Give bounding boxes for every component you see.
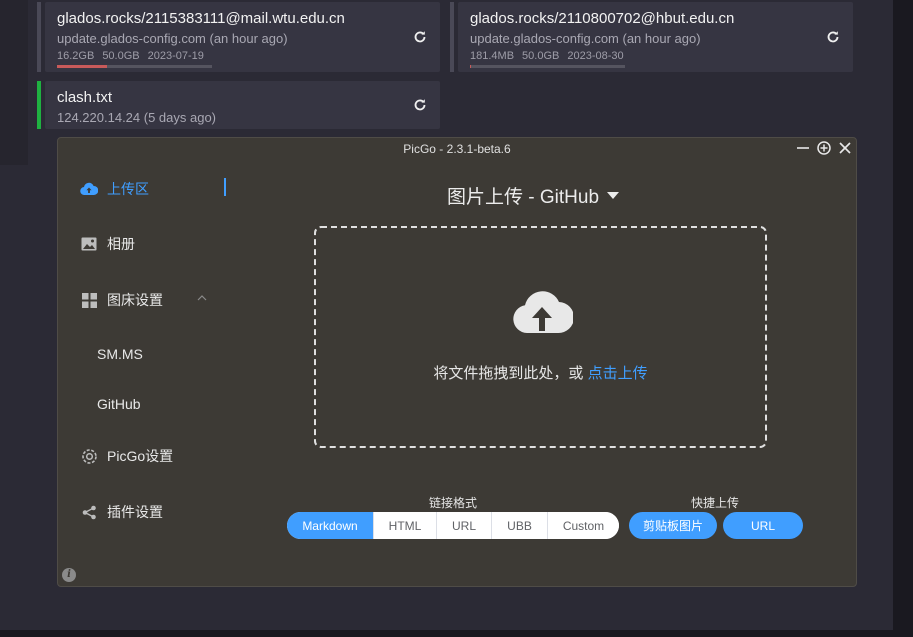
- card-subtitle: update.glados-config.com (an hour ago): [470, 31, 701, 46]
- config-card-active[interactable]: clash.txt 124.220.14.24 (5 days ago): [37, 81, 440, 129]
- scrollbar-track[interactable]: [893, 0, 913, 637]
- format-url[interactable]: URL: [436, 512, 491, 539]
- card-stats: 181.4MB 50.0GB 2023-08-30: [470, 50, 632, 62]
- card-edge: [37, 2, 41, 72]
- window-title: PicGo - 2.3.1-beta.6: [403, 142, 511, 156]
- url-upload-button[interactable]: URL: [723, 512, 803, 539]
- picgo-window: PicGo - 2.3.1-beta.6 上传区 相册 图床设置 SM.MS G…: [57, 137, 857, 587]
- nav-upload[interactable]: 上传区: [80, 177, 149, 201]
- window-titlebar[interactable]: PicGo - 2.3.1-beta.6: [58, 138, 856, 160]
- nav-picgo-settings[interactable]: PicGo设置: [80, 444, 173, 468]
- cloud-upload-icon: [80, 180, 98, 198]
- total-amount: 50.0GB: [522, 50, 560, 62]
- format-html[interactable]: HTML: [373, 512, 436, 539]
- nav-picbed-settings[interactable]: 图床设置: [80, 288, 163, 312]
- card-title: glados.rocks/2115383111@mail.wtu.edu.cn: [57, 10, 345, 27]
- nav-sub-github[interactable]: GitHub: [97, 396, 141, 412]
- total-amount: 50.0GB: [102, 50, 140, 62]
- active-nav-indicator: [224, 178, 226, 196]
- usage-bar-fill: [470, 65, 471, 68]
- left-strip: [0, 0, 28, 165]
- cloud-upload-icon: [513, 291, 573, 334]
- quick-upload-label: 快捷上传: [691, 496, 740, 510]
- upload-title: 图片上传 - GitHub: [447, 187, 600, 208]
- nav-sub-smms[interactable]: SM.MS: [97, 346, 143, 362]
- nav-label: 图床设置: [107, 292, 163, 308]
- bottom-bar: [0, 630, 913, 637]
- share-icon: [80, 503, 98, 521]
- usage-bar: [470, 65, 625, 68]
- nav-label: PicGo设置: [107, 448, 174, 464]
- picbed-selector[interactable]: 图片上传 - GitHub: [447, 182, 620, 209]
- maximize-icon[interactable]: [816, 140, 832, 156]
- link-format-label: 链接格式: [429, 496, 478, 510]
- used-amount: 16.2GB: [57, 50, 95, 62]
- minimize-icon[interactable]: [795, 140, 811, 156]
- refresh-icon[interactable]: [412, 97, 428, 113]
- config-card[interactable]: glados.rocks/2110800702@hbut.edu.cn upda…: [450, 2, 853, 72]
- card-title: glados.rocks/2110800702@hbut.edu.cn: [470, 10, 735, 27]
- card-edge: [450, 2, 454, 72]
- click-upload-link[interactable]: 点击上传: [588, 365, 648, 382]
- link-format-group: Markdown HTML URL UBB Custom: [287, 512, 619, 539]
- nav-album[interactable]: 相册: [80, 232, 135, 256]
- clipboard-upload-button[interactable]: 剪贴板图片: [629, 512, 717, 539]
- drop-hint: 将文件拖拽到此处，或 点击上传: [316, 362, 765, 383]
- format-custom[interactable]: Custom: [547, 512, 619, 539]
- drop-hint-text: 将文件拖拽到此处，或: [433, 365, 588, 382]
- active-edge: [37, 81, 41, 129]
- chevron-up-icon[interactable]: [196, 292, 208, 304]
- refresh-icon[interactable]: [825, 29, 841, 45]
- usage-bar-fill: [57, 65, 107, 68]
- nav-label: 插件设置: [107, 504, 163, 520]
- used-amount: 181.4MB: [470, 50, 515, 62]
- expiry-date: 2023-07-19: [147, 50, 204, 62]
- caret-down-icon: [607, 192, 620, 199]
- expiry-date: 2023-08-30: [567, 50, 624, 62]
- nav-label: 上传区: [107, 181, 149, 197]
- format-ubb[interactable]: UBB: [491, 512, 547, 539]
- gear-icon: [80, 447, 98, 465]
- refresh-icon[interactable]: [412, 29, 428, 45]
- card-subtitle: update.glados-config.com (an hour ago): [57, 31, 288, 46]
- grid-icon: [80, 291, 98, 309]
- info-icon[interactable]: i: [62, 568, 76, 582]
- config-card[interactable]: glados.rocks/2115383111@mail.wtu.edu.cn …: [37, 2, 440, 72]
- card-stats: 16.2GB 50.0GB 2023-07-19: [57, 50, 212, 62]
- card-subtitle: 124.220.14.24 (5 days ago): [57, 110, 217, 125]
- image-icon: [80, 235, 98, 253]
- nav-plugin-settings[interactable]: 插件设置: [80, 500, 163, 524]
- card-title: clash.txt: [57, 89, 113, 106]
- close-icon[interactable]: [837, 140, 853, 156]
- upload-dropzone[interactable]: 将文件拖拽到此处，或 点击上传: [314, 226, 767, 448]
- usage-bar: [57, 65, 212, 68]
- nav-label: 相册: [107, 236, 135, 252]
- format-markdown[interactable]: Markdown: [287, 512, 373, 539]
